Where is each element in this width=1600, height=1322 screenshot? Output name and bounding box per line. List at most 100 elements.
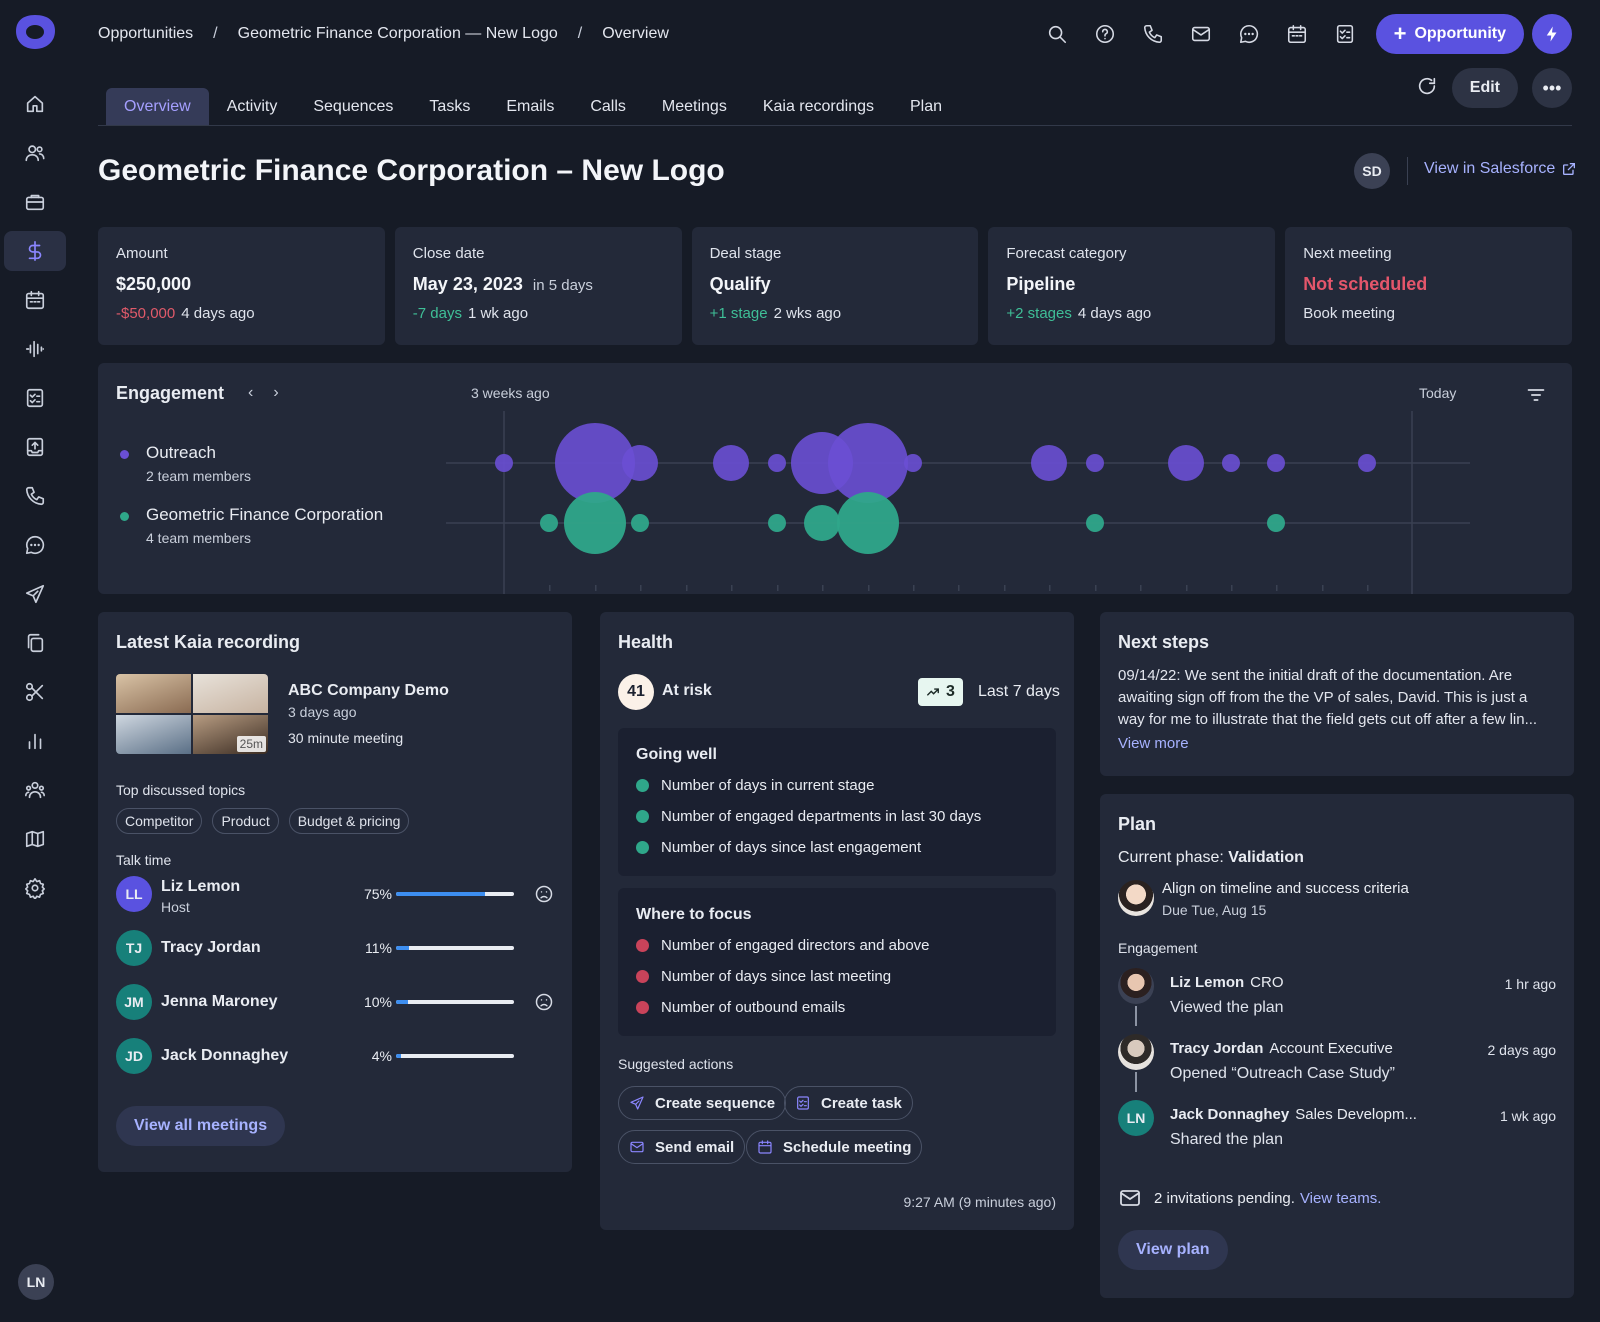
- metric-label: Amount: [116, 245, 168, 262]
- status-dot: [636, 970, 649, 983]
- nav-calls[interactable]: [4, 476, 66, 516]
- customer-bubble[interactable]: [768, 514, 786, 532]
- view-plan-button[interactable]: View plan: [1118, 1230, 1228, 1270]
- outreach-bubble[interactable]: [828, 423, 908, 503]
- metric-close-date[interactable]: Close date May 23, 2023 in 5 days -7 days…: [394, 227, 682, 345]
- refresh-button[interactable]: [1416, 75, 1438, 101]
- nav-templates[interactable]: [4, 623, 66, 663]
- checklist-icon[interactable]: [1334, 23, 1356, 45]
- customer-bubble[interactable]: [540, 514, 558, 532]
- nav-snippets[interactable]: [4, 672, 66, 712]
- new-opportunity-button[interactable]: + Opportunity: [1375, 14, 1524, 54]
- owner-avatar[interactable]: SD: [1354, 153, 1390, 189]
- invitations-pending: 2 invitations pending. View teams.: [1118, 1186, 1381, 1210]
- customer-bubble[interactable]: [804, 505, 840, 541]
- outreach-bubble[interactable]: [1267, 454, 1285, 472]
- metric-forecast[interactable]: Forecast category Pipeline +2 stages 4 da…: [988, 227, 1276, 345]
- duration-badge: 25m: [236, 736, 266, 752]
- quick-actions-button[interactable]: [1532, 14, 1572, 54]
- tab-kaia-recordings[interactable]: Kaia recordings: [745, 88, 892, 125]
- activity-person: Tracy Jordan Account Executive: [1170, 1040, 1393, 1057]
- help-icon[interactable]: [1094, 23, 1116, 45]
- user-avatar[interactable]: LN: [18, 1264, 54, 1300]
- outreach-bubble[interactable]: [904, 454, 922, 472]
- nav-home[interactable]: [4, 84, 66, 124]
- recording-name[interactable]: ABC Company Demo: [288, 682, 449, 700]
- nav-settings[interactable]: [4, 868, 66, 908]
- phone-icon[interactable]: [1142, 23, 1164, 45]
- chevron-left-icon[interactable]: ‹: [248, 384, 253, 402]
- dollar-icon: [28, 241, 42, 261]
- create-sequence-button[interactable]: Create sequence: [618, 1086, 787, 1120]
- customer-bubble[interactable]: [564, 492, 626, 554]
- view-more-link[interactable]: View more: [1118, 735, 1556, 752]
- nav-plans[interactable]: [4, 819, 66, 859]
- tab-calls[interactable]: Calls: [572, 88, 644, 125]
- tab-meetings[interactable]: Meetings: [644, 88, 745, 125]
- speaker-talk-percent: 4%: [371, 1048, 392, 1064]
- view-teams-link[interactable]: View teams.: [1300, 1190, 1381, 1207]
- recording-thumbnail[interactable]: 25m: [116, 674, 268, 754]
- customer-bubble[interactable]: [1086, 514, 1104, 532]
- speaker-avatar: JD: [116, 1038, 152, 1074]
- customer-bubble[interactable]: [837, 492, 899, 554]
- edit-button[interactable]: Edit: [1451, 68, 1518, 108]
- send-email-button[interactable]: Send email: [618, 1130, 746, 1164]
- tab-plan[interactable]: Plan: [892, 88, 960, 125]
- nav-sequences[interactable]: [4, 574, 66, 614]
- topic-chip[interactable]: Product: [212, 808, 279, 834]
- create-task-button[interactable]: Create task: [784, 1086, 913, 1120]
- chevron-right-icon[interactable]: ›: [273, 384, 278, 402]
- outreach-logo[interactable]: [13, 12, 57, 52]
- book-meeting-link[interactable]: Book meeting: [1303, 305, 1395, 322]
- health-factor: Number of engaged departments in last 30…: [636, 801, 1038, 832]
- nav-kaia[interactable]: [4, 329, 66, 369]
- filter-icon[interactable]: [1526, 385, 1546, 405]
- view-all-meetings-button[interactable]: View all meetings: [116, 1106, 286, 1146]
- breadcrumb-opportunities[interactable]: Opportunities: [98, 25, 193, 43]
- tab-overview[interactable]: Overview: [106, 88, 209, 125]
- view-in-salesforce-link[interactable]: View in Salesforce: [1424, 160, 1577, 178]
- topic-chip[interactable]: Budget & pricing: [288, 808, 410, 834]
- search-icon[interactable]: [1046, 23, 1068, 45]
- customer-bubble[interactable]: [631, 514, 649, 532]
- tab-tasks[interactable]: Tasks: [411, 88, 488, 125]
- nav-opportunities[interactable]: [4, 231, 66, 271]
- milestone-owner-avatar: [1118, 880, 1154, 916]
- outreach-bubble[interactable]: [1358, 454, 1376, 472]
- metric-next-meeting[interactable]: Next meeting Not scheduled Book meeting: [1285, 227, 1572, 345]
- metric-when: 1 wk ago: [468, 305, 529, 322]
- metric-amount[interactable]: Amount $250,000 -$50,000 4 days ago: [98, 227, 385, 345]
- nav-reports[interactable]: [4, 721, 66, 761]
- mail-icon: [630, 1141, 644, 1153]
- outreach-bubble[interactable]: [713, 445, 749, 481]
- nav-tasks[interactable]: [4, 378, 66, 418]
- nav-accounts[interactable]: [4, 182, 66, 222]
- outreach-bubble[interactable]: [1168, 445, 1204, 481]
- more-options-button[interactable]: •••: [1532, 68, 1572, 108]
- chat-icon[interactable]: [1238, 23, 1260, 45]
- calendar-icon[interactable]: [1286, 23, 1308, 45]
- tab-sequences[interactable]: Sequences: [295, 88, 411, 125]
- nav-messages[interactable]: [4, 525, 66, 565]
- breadcrumb-opportunity[interactable]: Geometric Finance Corporation — New Logo: [238, 25, 558, 43]
- outreach-bubble[interactable]: [1222, 454, 1240, 472]
- topic-chip[interactable]: Competitor: [116, 808, 203, 834]
- outreach-bubble[interactable]: [768, 454, 786, 472]
- schedule-meeting-button[interactable]: Schedule meeting: [746, 1130, 923, 1164]
- outreach-bubble[interactable]: [1086, 454, 1104, 472]
- metric-deal-stage[interactable]: Deal stage Qualify +1 stage 2 wks ago: [691, 227, 979, 345]
- top-actions: [1046, 23, 1356, 45]
- nav-inbox[interactable]: [4, 427, 66, 467]
- mail-icon[interactable]: [1190, 23, 1212, 45]
- outreach-bubble[interactable]: [622, 445, 658, 481]
- customer-bubble[interactable]: [1267, 514, 1285, 532]
- outreach-bubble[interactable]: [1031, 445, 1067, 481]
- outreach-bubble[interactable]: [495, 454, 513, 472]
- nav-people[interactable]: [4, 133, 66, 173]
- nav-teams[interactable]: [4, 770, 66, 810]
- panel-title: Health: [618, 632, 674, 652]
- tab-activity[interactable]: Activity: [209, 88, 296, 125]
- nav-calendar[interactable]: [4, 280, 66, 320]
- tab-emails[interactable]: Emails: [488, 88, 572, 125]
